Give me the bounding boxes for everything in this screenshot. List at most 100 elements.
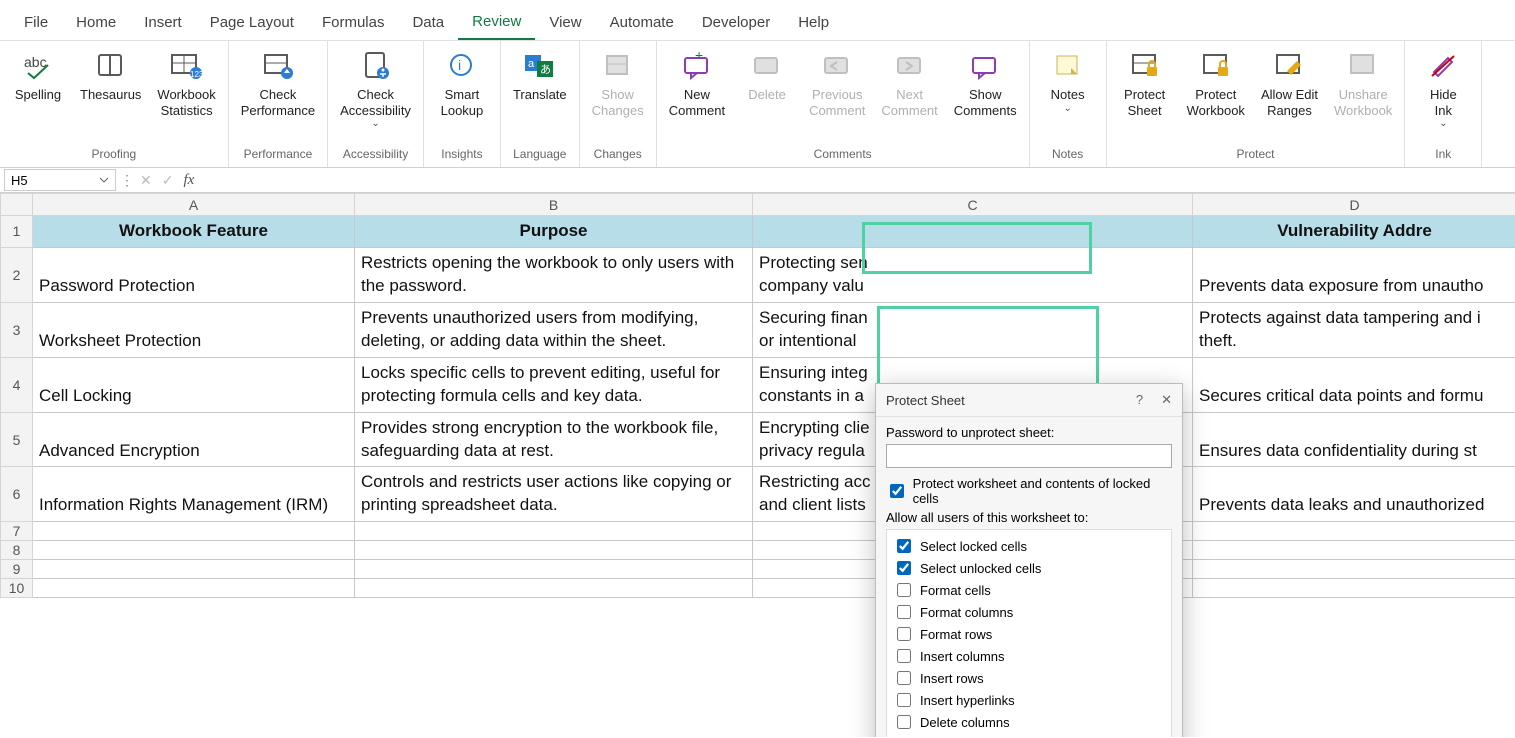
password-input[interactable]	[886, 444, 1172, 468]
protect-sheet-dialog: Protect Sheet ? ✕ Password to unprotect …	[875, 383, 1183, 737]
row-header[interactable]: 8	[1, 541, 33, 560]
header-cell[interactable]: Purpose	[355, 216, 753, 248]
col-header-a[interactable]: A	[33, 194, 355, 216]
next-comment-label: NextComment	[881, 87, 937, 118]
check-accessibility-button[interactable]: CheckAccessibility⌄	[334, 45, 417, 133]
cell[interactable]: Secures critical data points and formu	[1193, 357, 1515, 412]
allow-option-checkbox[interactable]	[897, 715, 911, 729]
row-header[interactable]: 9	[1, 560, 33, 579]
cancel-formula-icon[interactable]: ✕	[140, 172, 152, 189]
allow-option-label: Delete columns	[920, 715, 1010, 730]
row-header-1[interactable]: 1	[1, 216, 33, 248]
prev-comment-label: PreviousComment	[809, 87, 865, 118]
cell[interactable]: Protecting sen company valu	[753, 247, 1193, 302]
row-header[interactable]: 6	[1, 467, 33, 522]
group-language-label: Language	[507, 145, 573, 165]
cell[interactable]: Locks specific cells to prevent editing,…	[355, 357, 753, 412]
tab-view[interactable]: View	[535, 8, 595, 39]
tab-developer[interactable]: Developer	[688, 8, 784, 39]
col-header-b[interactable]: B	[355, 194, 753, 216]
thesaurus-button[interactable]: Thesaurus	[74, 45, 147, 107]
row-header[interactable]: 7	[1, 522, 33, 541]
col-header-c[interactable]: C	[753, 194, 1193, 216]
protect-contents-checkbox[interactable]	[890, 484, 904, 498]
row-header[interactable]: 2	[1, 247, 33, 302]
cell[interactable]: Protects against data tampering and i th…	[1193, 302, 1515, 357]
allow-option-checkbox[interactable]	[897, 605, 911, 619]
row-header[interactable]: 10	[1, 579, 33, 598]
hide-ink-button[interactable]: HideInk⌄	[1411, 45, 1475, 133]
row-header[interactable]: 5	[1, 412, 33, 467]
worksheet-grid[interactable]: A B C D 1Workbook FeaturePurpose Vulnerab…	[0, 193, 1515, 737]
group-notes-label: Notes	[1036, 145, 1100, 165]
tab-insert[interactable]: Insert	[130, 8, 196, 39]
cell[interactable]: Provides strong encryption to the workbo…	[355, 412, 753, 467]
allow-option-checkbox[interactable]	[897, 627, 911, 641]
check-performance-button[interactable]: CheckPerformance	[235, 45, 321, 122]
allow-label: Allow all users of this worksheet to:	[886, 510, 1172, 525]
allow-option-checkbox[interactable]	[897, 693, 911, 707]
allow-option-checkbox[interactable]	[897, 583, 911, 597]
select-all-corner[interactable]	[1, 194, 33, 216]
tab-page-layout[interactable]: Page Layout	[196, 8, 308, 39]
group-protect-label: Protect	[1113, 145, 1399, 165]
show-comments-button[interactable]: ShowComments	[948, 45, 1023, 122]
allow-option-label: Select locked cells	[920, 539, 1027, 554]
header-cell[interactable]: Vulnerability Addre	[1193, 216, 1515, 248]
show-changes-button: ShowChanges	[586, 45, 650, 122]
protect-sheet-button[interactable]: ProtectSheet	[1113, 45, 1177, 122]
cell[interactable]: Cell Locking	[33, 357, 355, 412]
dialog-close-icon[interactable]: ✕	[1161, 392, 1172, 408]
allow-edit-ranges-button[interactable]: Allow EditRanges	[1255, 45, 1324, 122]
allow-option-checkbox[interactable]	[897, 561, 911, 575]
ribbon: abcSpelling Thesaurus 123WorkbookStatist…	[0, 40, 1515, 168]
tab-formulas[interactable]: Formulas	[308, 8, 399, 39]
delete-comment-button: Delete	[735, 45, 799, 107]
protect-contents-label: Protect worksheet and contents of locked…	[913, 476, 1172, 506]
cell[interactable]: Password Protection	[33, 247, 355, 302]
tab-automate[interactable]: Automate	[596, 8, 688, 39]
tab-file[interactable]: File	[10, 8, 62, 39]
dialog-help-icon[interactable]: ?	[1136, 392, 1143, 408]
allow-option-checkbox[interactable]	[897, 539, 911, 553]
tab-review[interactable]: Review	[458, 7, 535, 40]
header-cell[interactable]: Workbook Feature	[33, 216, 355, 248]
tab-data[interactable]: Data	[398, 8, 458, 39]
new-comment-button[interactable]: +NewComment	[663, 45, 731, 122]
password-label: Password to unprotect sheet:	[886, 425, 1172, 440]
cell[interactable]: Prevents unauthorized users from modifyi…	[355, 302, 753, 357]
cell[interactable]: Restricts opening the workbook to only u…	[355, 247, 753, 302]
tab-help[interactable]: Help	[784, 8, 843, 39]
header-cell[interactable]	[753, 216, 1193, 248]
group-changes-label: Changes	[586, 145, 650, 165]
name-box[interactable]: H5	[4, 169, 116, 191]
formula-bar: H5 ⋮ ✕ ✓ fx	[0, 168, 1515, 193]
allow-option-checkbox[interactable]	[897, 671, 911, 685]
cell[interactable]: Securing finan or intentional	[753, 302, 1193, 357]
formula-input[interactable]	[200, 169, 1515, 191]
cell[interactable]: Worksheet Protection	[33, 302, 355, 357]
cell[interactable]: Ensures data confidentiality during st	[1193, 412, 1515, 467]
cell[interactable]: Prevents data leaks and unauthorized	[1193, 467, 1515, 522]
translate-button[interactable]: aあTranslate	[507, 45, 573, 107]
row-header[interactable]: 4	[1, 357, 33, 412]
spelling-button[interactable]: abcSpelling	[6, 45, 70, 107]
unshare-workbook-label: UnshareWorkbook	[1334, 87, 1392, 118]
cell[interactable]: Prevents data exposure from unautho	[1193, 247, 1515, 302]
col-header-d[interactable]: D	[1193, 194, 1515, 216]
protect-workbook-button[interactable]: ProtectWorkbook	[1181, 45, 1251, 122]
allow-option-label: Select unlocked cells	[920, 561, 1041, 576]
notes-button[interactable]: Notes⌄	[1036, 45, 1100, 118]
row-header[interactable]: 3	[1, 302, 33, 357]
smart-lookup-button[interactable]: iSmartLookup	[430, 45, 494, 122]
workbook-stats-button[interactable]: 123WorkbookStatistics	[151, 45, 221, 122]
enter-formula-icon[interactable]: ✓	[162, 172, 174, 189]
tab-home[interactable]: Home	[62, 8, 130, 39]
allow-option-label: Format cells	[920, 583, 991, 598]
allow-option-checkbox[interactable]	[897, 649, 911, 663]
fx-icon[interactable]: fx	[183, 172, 194, 189]
cell[interactable]: Advanced Encryption	[33, 412, 355, 467]
allow-option-label: Format rows	[920, 627, 992, 642]
cell[interactable]: Information Rights Management (IRM)	[33, 467, 355, 522]
cell[interactable]: Controls and restricts user actions like…	[355, 467, 753, 522]
